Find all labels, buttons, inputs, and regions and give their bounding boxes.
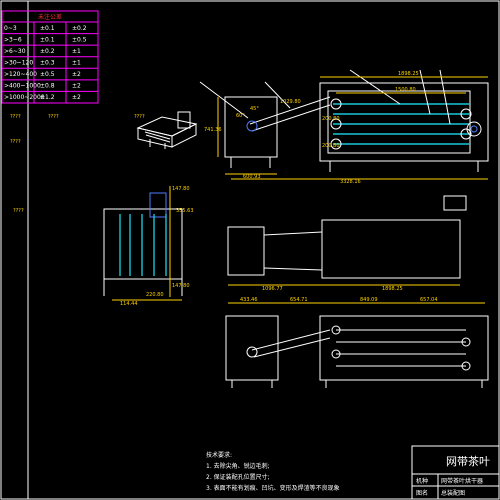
tolerance-table: 未注公差 0~3 ±0.1 ±0.2 >3~6 ±0.1 ±0.5 >6~30 ±0.2 ±1 >…: [1, 10, 99, 104]
tech-note-item: 1. 去除尖角、锐边毛刺;: [206, 462, 270, 470]
unknown-label: ????: [48, 114, 59, 120]
plan-conveyor-edge: [263, 267, 323, 271]
dim-text: 1500.80: [395, 87, 416, 93]
title-block-label-drawing: 图名: [416, 489, 428, 497]
section-incline-line: [251, 329, 331, 351]
tolerance-cell-tol2: ±1: [72, 48, 81, 55]
unknown-label: ????: [13, 208, 24, 214]
dim-text: 1898.25: [398, 71, 419, 77]
leader-line: [439, 69, 451, 125]
incline-conveyor-line: [251, 104, 331, 132]
tolerance-cell-range: >400~1000: [4, 83, 41, 90]
tech-note-item: 2. 保证装配孔位置尺寸;: [206, 473, 270, 481]
tolerance-cell-tol: ±0.1: [40, 36, 55, 43]
incline-drive-roller: [246, 120, 258, 132]
unknown-label: ????: [134, 114, 145, 120]
tolerance-cell-range: >3~6: [4, 36, 22, 43]
section-roller: [246, 346, 258, 358]
drive-motor-wheel: [466, 121, 482, 137]
plan-feed-section: [227, 226, 265, 276]
title-block: 网带茶叶 机种 网带茶叶烘干器 图名 总装配图: [411, 445, 500, 500]
front-elevation: [199, 69, 489, 172]
tolerance-cell-tol: ±0.8: [40, 83, 55, 90]
technical-requirements: 技术要求: 1. 去除尖角、锐边毛刺; 2. 保证装配孔位置尺寸; 3. 表面不…: [206, 451, 340, 492]
tolerance-cell-range: >30~120: [4, 60, 33, 67]
dim-text: 741.36: [204, 127, 222, 133]
title-block-machine-name: 网带茶叶烘干器: [441, 477, 483, 485]
tolerance-cell-tol: ±0.5: [40, 71, 55, 78]
dim-text: 200.80: [322, 143, 340, 149]
plan-view: 1096.77 1898.25: [227, 195, 467, 292]
tolerance-cell-tol: ±1.2: [40, 94, 55, 101]
iso-side-face: [171, 123, 197, 148]
dim-text: 200.80: [322, 116, 340, 122]
tolerance-cell-tol2: ±0.2: [72, 25, 87, 32]
tech-notes-title: 技术要求:: [206, 451, 232, 459]
dim-text: 147.80: [172, 283, 190, 289]
tolerance-cell-tol2: ±2: [72, 83, 81, 90]
tolerance-cell-range: >120~400: [4, 71, 37, 78]
tolerance-cell-tol: ±0.1: [40, 25, 55, 32]
title-block-drawing-name: 总装配图: [441, 489, 465, 497]
dim-text: 220.80: [146, 292, 164, 298]
tolerance-cell-tol: ±0.3: [40, 60, 55, 67]
dim-text: 1898.25: [382, 286, 403, 292]
iso-top-face: [136, 116, 198, 137]
leader-line: [349, 69, 401, 105]
tolerance-cell-tol2: ±2: [72, 94, 81, 101]
dim-text: 433.46: [240, 297, 258, 303]
tolerance-cell-tol2: ±2: [72, 71, 81, 78]
dim-text: 3328.16: [340, 179, 361, 185]
side-motor: [149, 192, 167, 218]
tolerance-cell-tol2: ±0.5: [72, 36, 87, 43]
side-view: 147.80 355.63 147.80 220.80 114.44: [103, 186, 194, 307]
dim-text: 654.71: [290, 297, 308, 303]
bottom-section-view: 433.46 654.71 849.09 657.04: [225, 297, 489, 388]
dryer-body: [319, 82, 489, 162]
drive-motor-hub: [470, 125, 478, 133]
angle-text: 60°: [236, 113, 245, 119]
dim-text: 114.44: [120, 301, 138, 307]
unknown-label: ????: [10, 114, 21, 120]
cad-drawing-canvas: { "tolerance_table": { "header": "未注公差",…: [0, 0, 500, 500]
title-block-title: 网带茶叶: [446, 455, 490, 468]
tolerance-cell-range: >1000~2000: [4, 94, 45, 101]
isometric-view: [136, 111, 198, 149]
dim-text: 147.80: [172, 186, 190, 192]
tolerance-table-header: 未注公差: [38, 13, 62, 21]
drawing-svg: 未注公差 0~3 ±0.1 ±0.2 >3~6 ±0.1 ±0.5 >6~30 ±0.2 ±1 >…: [0, 0, 500, 500]
tolerance-cell-tol2: ±1: [72, 60, 81, 67]
dim-text: 355.63: [176, 208, 194, 214]
tolerance-cell-range: >6~30: [4, 48, 26, 55]
section-dryer-body: [319, 315, 489, 381]
unknown-label: ????: [10, 139, 21, 145]
plan-conveyor-edge: [263, 231, 323, 236]
angle-text: 45°: [250, 106, 259, 112]
title-block-label-type: 机种: [416, 477, 428, 485]
section-feed-box: [225, 315, 279, 381]
dim-text: 849.09: [360, 297, 378, 303]
tolerance-cell-range: 0~3: [4, 25, 17, 32]
dim-text: 1029.80: [280, 99, 301, 105]
dim-text: 657.04: [420, 297, 438, 303]
tolerance-cell-tol: ±0.2: [40, 48, 55, 55]
tolerance-table-rows: 0~3 ±0.1 ±0.2 >3~6 ±0.1 ±0.5 >6~30 ±0.2 ±1 >30~12…: [2, 25, 98, 101]
top-dimensions: 1898.25 1500.80 1029.80 741.36 600.93 33…: [204, 71, 488, 185]
iso-motor: [177, 111, 191, 129]
tech-note-item: 3. 表面不能有划痕、凹坑、变形及焊渣等不良现象: [206, 484, 340, 492]
section-incline-line: [253, 337, 331, 358]
plan-control-box: [443, 195, 467, 211]
dim-text: 1096.77: [262, 286, 283, 292]
plan-dryer-body: [321, 219, 461, 279]
